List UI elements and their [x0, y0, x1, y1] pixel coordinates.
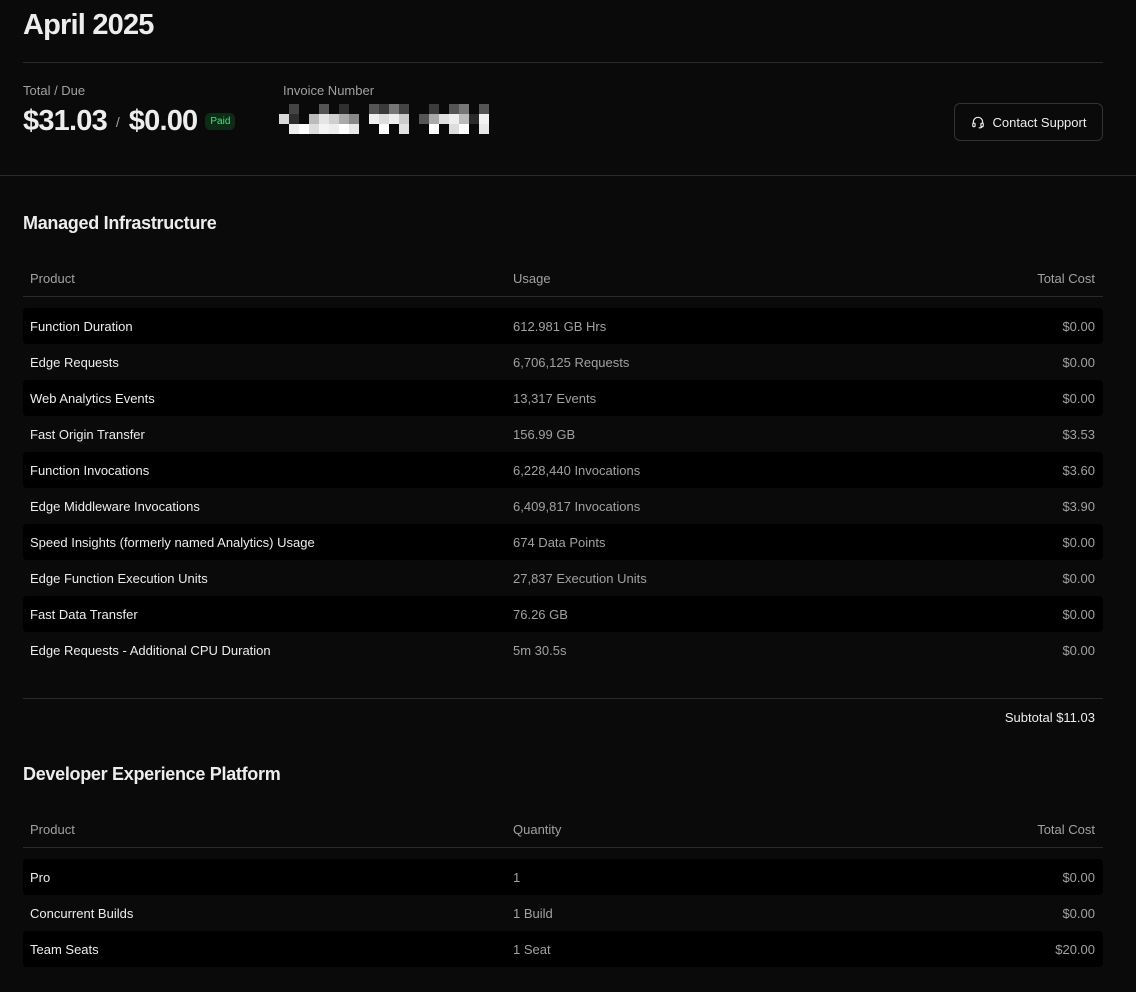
usage-cell: 76.26 GB — [513, 606, 568, 622]
table-row: Function Invocations 6,228,440 Invocatio… — [23, 452, 1103, 488]
invoice-number-label: Invoice Number — [283, 83, 375, 98]
headset-icon — [971, 116, 984, 129]
due-amount: $0.00 — [128, 105, 198, 137]
product-column-header: Product — [30, 271, 75, 286]
table-row: Edge Middleware Invocations 6,409,817 In… — [23, 488, 1103, 524]
product-cell: Function Duration — [30, 318, 133, 334]
usage-cell: 156.99 GB — [513, 426, 576, 442]
cost-cell: $0.00 — [1062, 354, 1095, 370]
developer-experience-title: Developer Experience Platform — [23, 764, 281, 784]
status-badge: Paid — [205, 113, 236, 130]
cost-cell: $0.00 — [1062, 390, 1095, 406]
cost-cell: $20.00 — [1055, 941, 1095, 957]
product-cell: Team Seats — [30, 941, 99, 957]
redacted-invoice-number — [279, 104, 489, 134]
usage-cell: 6,706,125 Requests — [513, 354, 630, 370]
total-cost-column-header: Total Cost — [1037, 271, 1095, 286]
cost-cell: $0.00 — [1062, 534, 1095, 550]
product-cell: Pro — [30, 869, 51, 885]
cost-cell: $0.00 — [1062, 318, 1095, 334]
product-cell: Fast Origin Transfer — [30, 426, 145, 442]
cost-cell: $3.60 — [1062, 462, 1095, 478]
table-row: Edge Requests - Additional CPU Duration … — [23, 632, 1103, 668]
managed-table-header: Product Usage Total Cost — [23, 261, 1103, 297]
product-cell: Edge Function Execution Units — [30, 570, 208, 586]
usage-cell: 5m 30.5s — [513, 642, 567, 658]
usage-cell: 612.981 GB Hrs — [513, 318, 607, 334]
product-cell: Speed Insights (formerly named Analytics… — [30, 534, 315, 550]
cost-cell: $0.00 — [1062, 570, 1095, 586]
table-row: Fast Origin Transfer 156.99 GB $3.53 — [23, 416, 1103, 452]
cost-cell: $3.90 — [1062, 498, 1095, 514]
table-row: Pro 1 $0.00 — [23, 859, 1103, 895]
table-row: Edge Requests 6,706,125 Requests $0.00 — [23, 344, 1103, 380]
managed-table-body: Function Duration 612.981 GB Hrs $0.00 E… — [23, 308, 1103, 668]
product-cell: Fast Data Transfer — [30, 606, 138, 622]
usage-column-header: Usage — [513, 271, 551, 286]
cost-cell: $3.53 — [1062, 426, 1095, 442]
cost-cell: $0.00 — [1062, 869, 1095, 885]
product-cell: Concurrent Builds — [30, 905, 134, 921]
cost-cell: $0.00 — [1062, 606, 1095, 622]
amounts: $31.03 / $0.00 Paid — [23, 105, 236, 138]
managed-subtotal: Subtotal $11.03 — [23, 698, 1103, 736]
total-cost-column-header: Total Cost — [1037, 822, 1095, 837]
product-cell: Edge Requests - Additional CPU Duration — [30, 642, 271, 658]
cost-cell: $0.00 — [1062, 905, 1095, 921]
usage-cell: 27,837 Execution Units — [513, 570, 647, 586]
cost-cell: $0.00 — [1062, 642, 1095, 658]
table-row: Edge Function Execution Units 27,837 Exe… — [23, 560, 1103, 596]
page-title: April 2025 — [23, 9, 154, 41]
usage-cell: 6,409,817 Invocations — [513, 498, 641, 514]
dev-table-header: Product Quantity Total Cost — [23, 812, 1103, 848]
product-cell: Web Analytics Events — [30, 390, 155, 406]
table-row: Team Seats 1 Seat $20.00 — [23, 931, 1103, 967]
product-cell: Edge Middleware Invocations — [30, 498, 200, 514]
table-row: Concurrent Builds 1 Build $0.00 — [23, 895, 1103, 931]
usage-cell: 674 Data Points — [513, 534, 606, 550]
table-row: Web Analytics Events 13,317 Events $0.00 — [23, 380, 1103, 416]
product-cell: Function Invocations — [30, 462, 150, 478]
product-cell: Edge Requests — [30, 354, 119, 370]
table-row: Function Duration 612.981 GB Hrs $0.00 — [23, 308, 1103, 344]
product-column-header: Product — [30, 822, 75, 837]
amount-separator: / — [115, 113, 120, 130]
usage-cell: 6,228,440 Invocations — [513, 462, 641, 478]
total-amount: $31.03 — [23, 105, 108, 137]
contact-support-label: Contact Support — [992, 114, 1087, 130]
dev-table-body: Pro 1 $0.00 Concurrent Builds 1 Build $0… — [23, 859, 1103, 967]
quantity-column-header: Quantity — [513, 822, 562, 837]
quantity-cell: 1 Build — [513, 905, 553, 921]
contact-support-button[interactable]: Contact Support — [954, 103, 1103, 141]
invoice-summary: Total / Due $31.03 / $0.00 Paid Invoice … — [23, 63, 1103, 175]
section-divider — [0, 175, 1136, 176]
total-due-label: Total / Due — [23, 83, 86, 98]
quantity-cell: 1 Seat — [513, 941, 551, 957]
table-row: Fast Data Transfer 76.26 GB $0.00 — [23, 596, 1103, 632]
table-row: Speed Insights (formerly named Analytics… — [23, 524, 1103, 560]
quantity-cell: 1 — [513, 869, 521, 885]
managed-infrastructure-title: Managed Infrastructure — [23, 213, 217, 233]
usage-cell: 13,317 Events — [513, 390, 597, 406]
